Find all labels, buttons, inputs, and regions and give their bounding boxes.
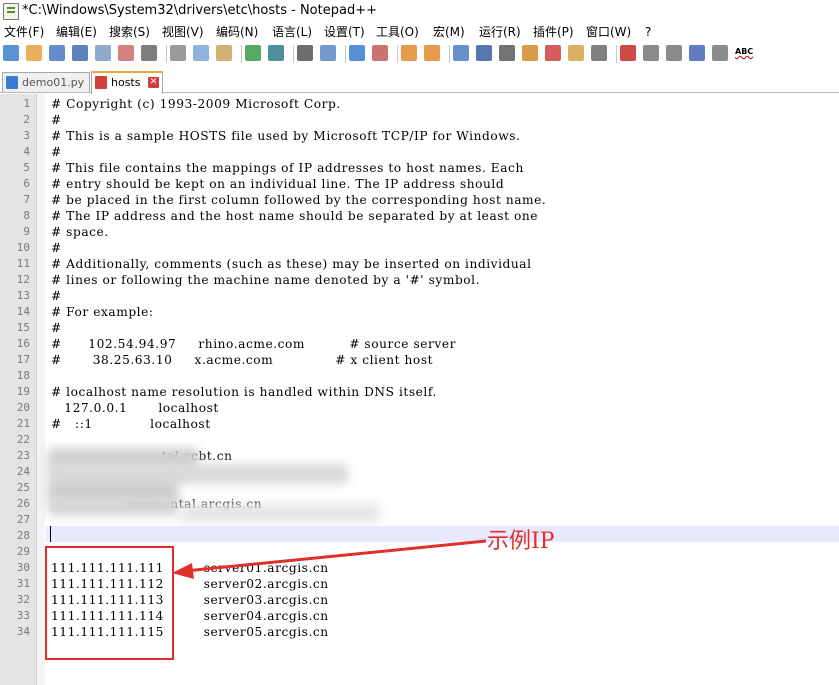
annotation-label: 示例IP [487, 529, 555, 554]
annotation-arrow [172, 539, 487, 579]
